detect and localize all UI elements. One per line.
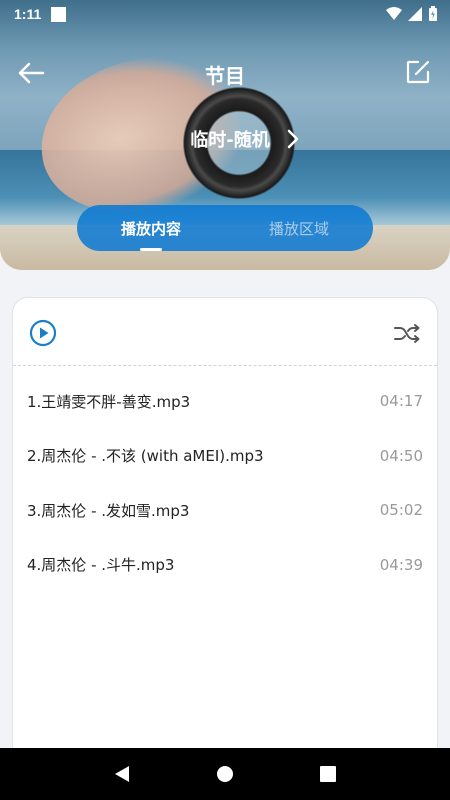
battery-icon [429, 6, 437, 21]
list-item[interactable]: 2.周杰伦 - .不该 (with aMEI).mp3 04:50 [13, 429, 437, 484]
play-button[interactable] [29, 319, 57, 347]
track-name: 4.周杰伦 - .斗牛.mp3 [27, 556, 175, 575]
track-name: 3.周杰伦 - .发如雪.mp3 [27, 501, 190, 520]
status-icons [386, 6, 438, 22]
status-time: 1:11 [14, 6, 42, 22]
circle-home-icon [216, 766, 233, 782]
system-nav-bar [0, 748, 450, 800]
track-duration: 04:39 [379, 555, 423, 574]
chevron-right-icon [287, 129, 298, 149]
mode-label: 临时-随机 [190, 130, 270, 151]
nav-home-button[interactable] [215, 764, 235, 784]
square-recents-icon [320, 766, 337, 782]
mode-selector[interactable]: 临时-随机 [0, 126, 450, 152]
track-name: 2.周杰伦 - .不该 (with aMEI).mp3 [27, 447, 264, 466]
shuffle-button[interactable] [393, 320, 421, 346]
notification-icon [51, 6, 67, 22]
list-item[interactable]: 4.周杰伦 - .斗牛.mp3 04:39 [13, 538, 437, 593]
wifi-icon [386, 7, 402, 20]
triangle-back-icon [114, 766, 129, 782]
track-duration: 04:50 [379, 446, 423, 465]
playlist-card: 1.王靖雯不胖-善变.mp3 04:17 2.周杰伦 - .不该 (with a… [12, 297, 438, 767]
edit-icon [406, 60, 430, 84]
edit-button[interactable] [402, 56, 434, 88]
list-item[interactable]: 3.周杰伦 - .发如雪.mp3 05:02 [13, 483, 437, 538]
track-list: 1.王靖雯不胖-善变.mp3 04:17 2.周杰伦 - .不该 (with a… [13, 374, 437, 592]
segmented-tabs: 播放内容 播放区域 [77, 205, 373, 251]
signal-icon [408, 7, 422, 21]
track-duration: 05:02 [379, 501, 423, 520]
list-item[interactable]: 1.王靖雯不胖-善变.mp3 04:17 [13, 374, 437, 429]
tab-play-area[interactable]: 播放区域 [225, 205, 373, 251]
track-name: 1.王靖雯不胖-善变.mp3 [27, 392, 191, 411]
tab-play-content[interactable]: 播放内容 [77, 205, 225, 251]
nav-recents-button[interactable] [318, 764, 338, 784]
shuffle-icon [394, 324, 420, 343]
play-circle-icon [29, 319, 57, 347]
page-title: 节目 [205, 64, 245, 88]
playlist-controls [13, 298, 437, 366]
nav-back-button[interactable] [112, 764, 132, 784]
track-duration: 04:17 [379, 392, 423, 411]
status-bar: 1:11 [0, 0, 450, 28]
toolbar: 节目 [0, 48, 450, 96]
